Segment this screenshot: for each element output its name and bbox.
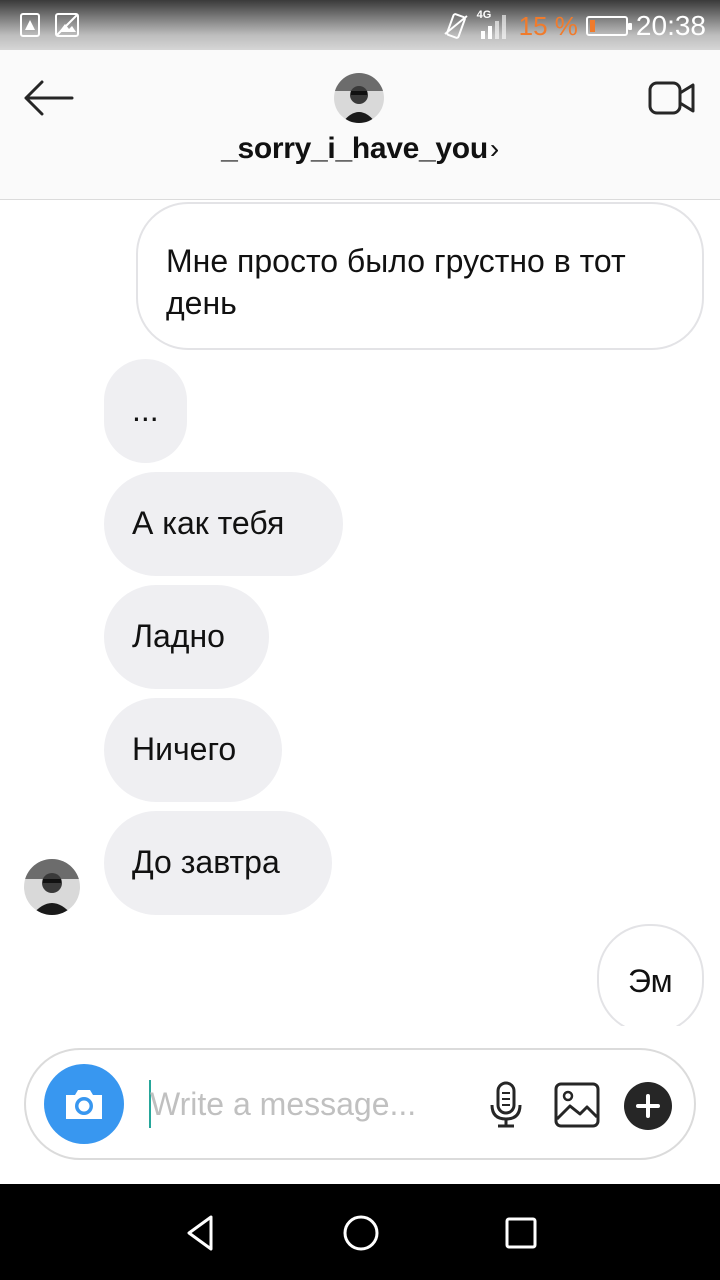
nav-recents-button[interactable] — [496, 1208, 546, 1258]
message-input[interactable] — [150, 1080, 470, 1128]
status-right: 4G 15 % 20:38 — [443, 6, 706, 46]
message-text: До завтра — [132, 844, 280, 880]
camera-button[interactable] — [44, 1064, 124, 1144]
voice-message-button[interactable] — [486, 1080, 526, 1130]
message-text: ... — [132, 392, 159, 428]
nav-home-button[interactable] — [336, 1208, 386, 1258]
message-text: Мне просто было грустно в тот день — [166, 243, 626, 321]
message-text: Эм — [628, 963, 673, 999]
message-thread[interactable]: Мне просто было грустно в тот день ... А… — [0, 200, 720, 1026]
chevron-right-icon: › — [489, 133, 499, 164]
more-options-button[interactable] — [624, 1082, 672, 1130]
chat-header: _sorry_i_have_you› — [0, 50, 720, 200]
microphone-icon — [490, 1081, 522, 1128]
vibrate-icon — [444, 13, 468, 39]
recents-square-icon — [505, 1217, 537, 1249]
message-bubble-received[interactable]: А как тебя — [104, 472, 343, 576]
message-bubble-received[interactable]: До завтра — [104, 811, 332, 915]
back-triangle-icon — [187, 1215, 213, 1251]
gallery-icon — [554, 1082, 600, 1128]
signal-icon: 4G — [477, 9, 511, 41]
avatar[interactable] — [334, 73, 384, 123]
message-text: Ладно — [132, 618, 225, 654]
message-bubble-received[interactable]: Ладно — [104, 585, 269, 689]
message-bubble-received[interactable]: Ничего — [104, 698, 282, 802]
nav-back-button[interactable] — [176, 1208, 226, 1258]
gallery-button[interactable] — [552, 1080, 602, 1130]
status-left-icons — [18, 12, 80, 38]
message-composer — [24, 1048, 696, 1160]
video-camera-icon — [648, 81, 695, 115]
plus-icon — [636, 1094, 660, 1118]
back-button[interactable] — [20, 78, 76, 118]
username: _sorry_i_have_you — [221, 132, 488, 165]
status-bar: 4G 15 % 20:38 — [0, 0, 720, 50]
battery-percent: 15 % — [518, 10, 578, 41]
avatar[interactable] — [24, 859, 80, 915]
message-bubble-received[interactable]: ... — [104, 359, 187, 463]
arrow-left-icon — [24, 80, 74, 116]
message-bubble-sent[interactable]: Эм — [597, 924, 704, 1026]
message-text: А как тебя — [132, 505, 285, 541]
home-circle-icon — [343, 1215, 379, 1251]
no-image-icon — [55, 13, 79, 37]
warning-sim-icon — [20, 13, 40, 37]
battery-icon — [585, 16, 632, 36]
message-bubble-sent[interactable]: Мне просто было грустно в тот день — [136, 202, 704, 350]
clock: 20:38 — [635, 10, 706, 41]
message-text: Ничего — [132, 731, 237, 767]
username-title[interactable]: _sorry_i_have_you› — [0, 132, 720, 166]
video-call-button[interactable] — [646, 76, 698, 120]
system-nav-bar — [0, 1184, 720, 1280]
battery-level-fill — [589, 20, 595, 32]
camera-icon — [66, 1090, 102, 1119]
